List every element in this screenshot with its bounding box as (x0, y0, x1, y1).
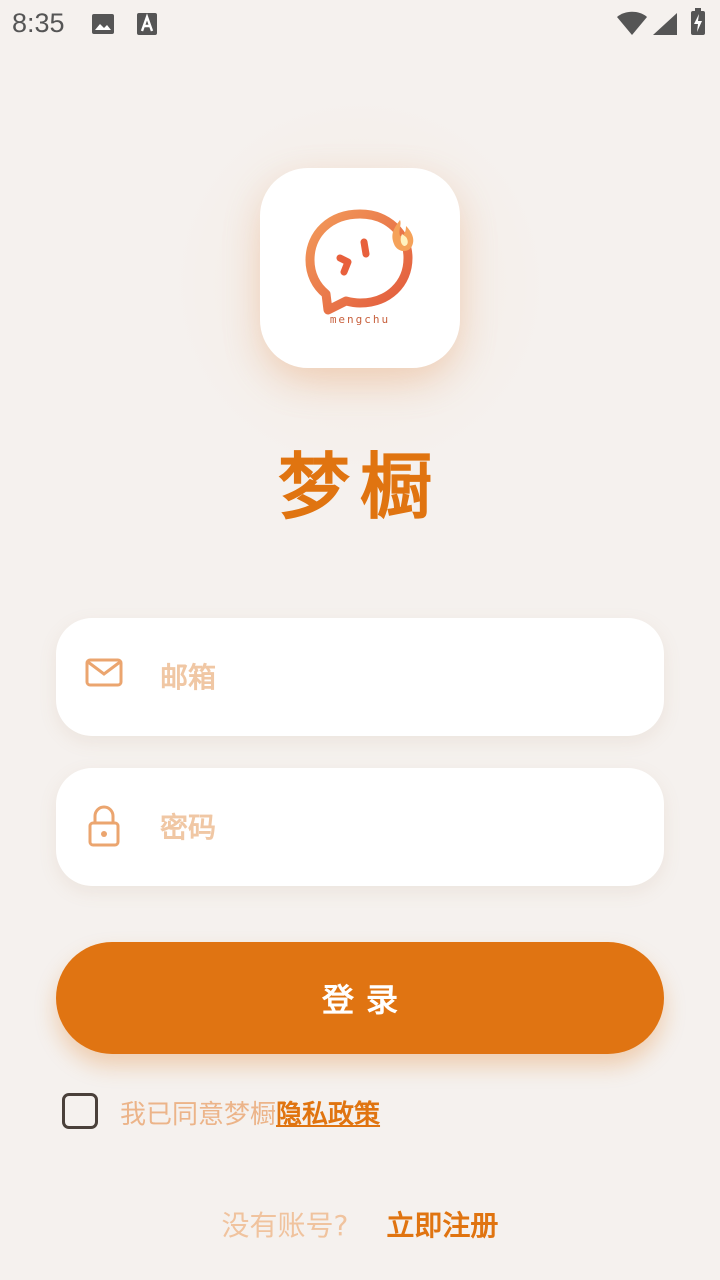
login-screen: 8:35 mengchu 梦橱 邮箱 登录 我已同意梦橱隐私政策 没有账号? 立… (0, 0, 720, 1280)
no-account-text: 没有账号? (221, 1209, 349, 1242)
mail-icon (84, 655, 124, 693)
mengchu-logo-icon: mengchu (305, 209, 414, 326)
password-input[interactable] (160, 798, 640, 856)
email-input[interactable] (160, 648, 640, 706)
logo-wordmark: mengchu (330, 313, 390, 326)
password-field[interactable] (56, 768, 664, 886)
agreement-prefix: 我已同意梦橱 (120, 1100, 277, 1130)
agreement-text: 我已同意梦橱隐私政策 (120, 1094, 380, 1131)
login-button-label: 登录 (321, 981, 410, 1019)
email-field[interactable] (56, 618, 664, 736)
login-button[interactable]: 登录 (56, 942, 664, 1054)
status-time: 8:35 (12, 8, 65, 38)
status-bar: 8:35 (0, 0, 720, 50)
text-a-icon (136, 12, 158, 40)
register-link[interactable]: 立即注册 (386, 1209, 498, 1242)
image-icon (91, 12, 115, 40)
register-row: 没有账号? 立即注册 (0, 1204, 720, 1244)
app-logo: mengchu (260, 168, 460, 368)
app-name: 梦橱 (277, 445, 442, 529)
wifi-icon (616, 10, 648, 40)
battery-charging-icon (690, 8, 706, 40)
signal-icon (652, 12, 678, 40)
lock-icon (84, 804, 124, 852)
agreement-checkbox[interactable] (62, 1093, 98, 1129)
privacy-policy-link[interactable]: 隐私政策 (276, 1100, 380, 1130)
